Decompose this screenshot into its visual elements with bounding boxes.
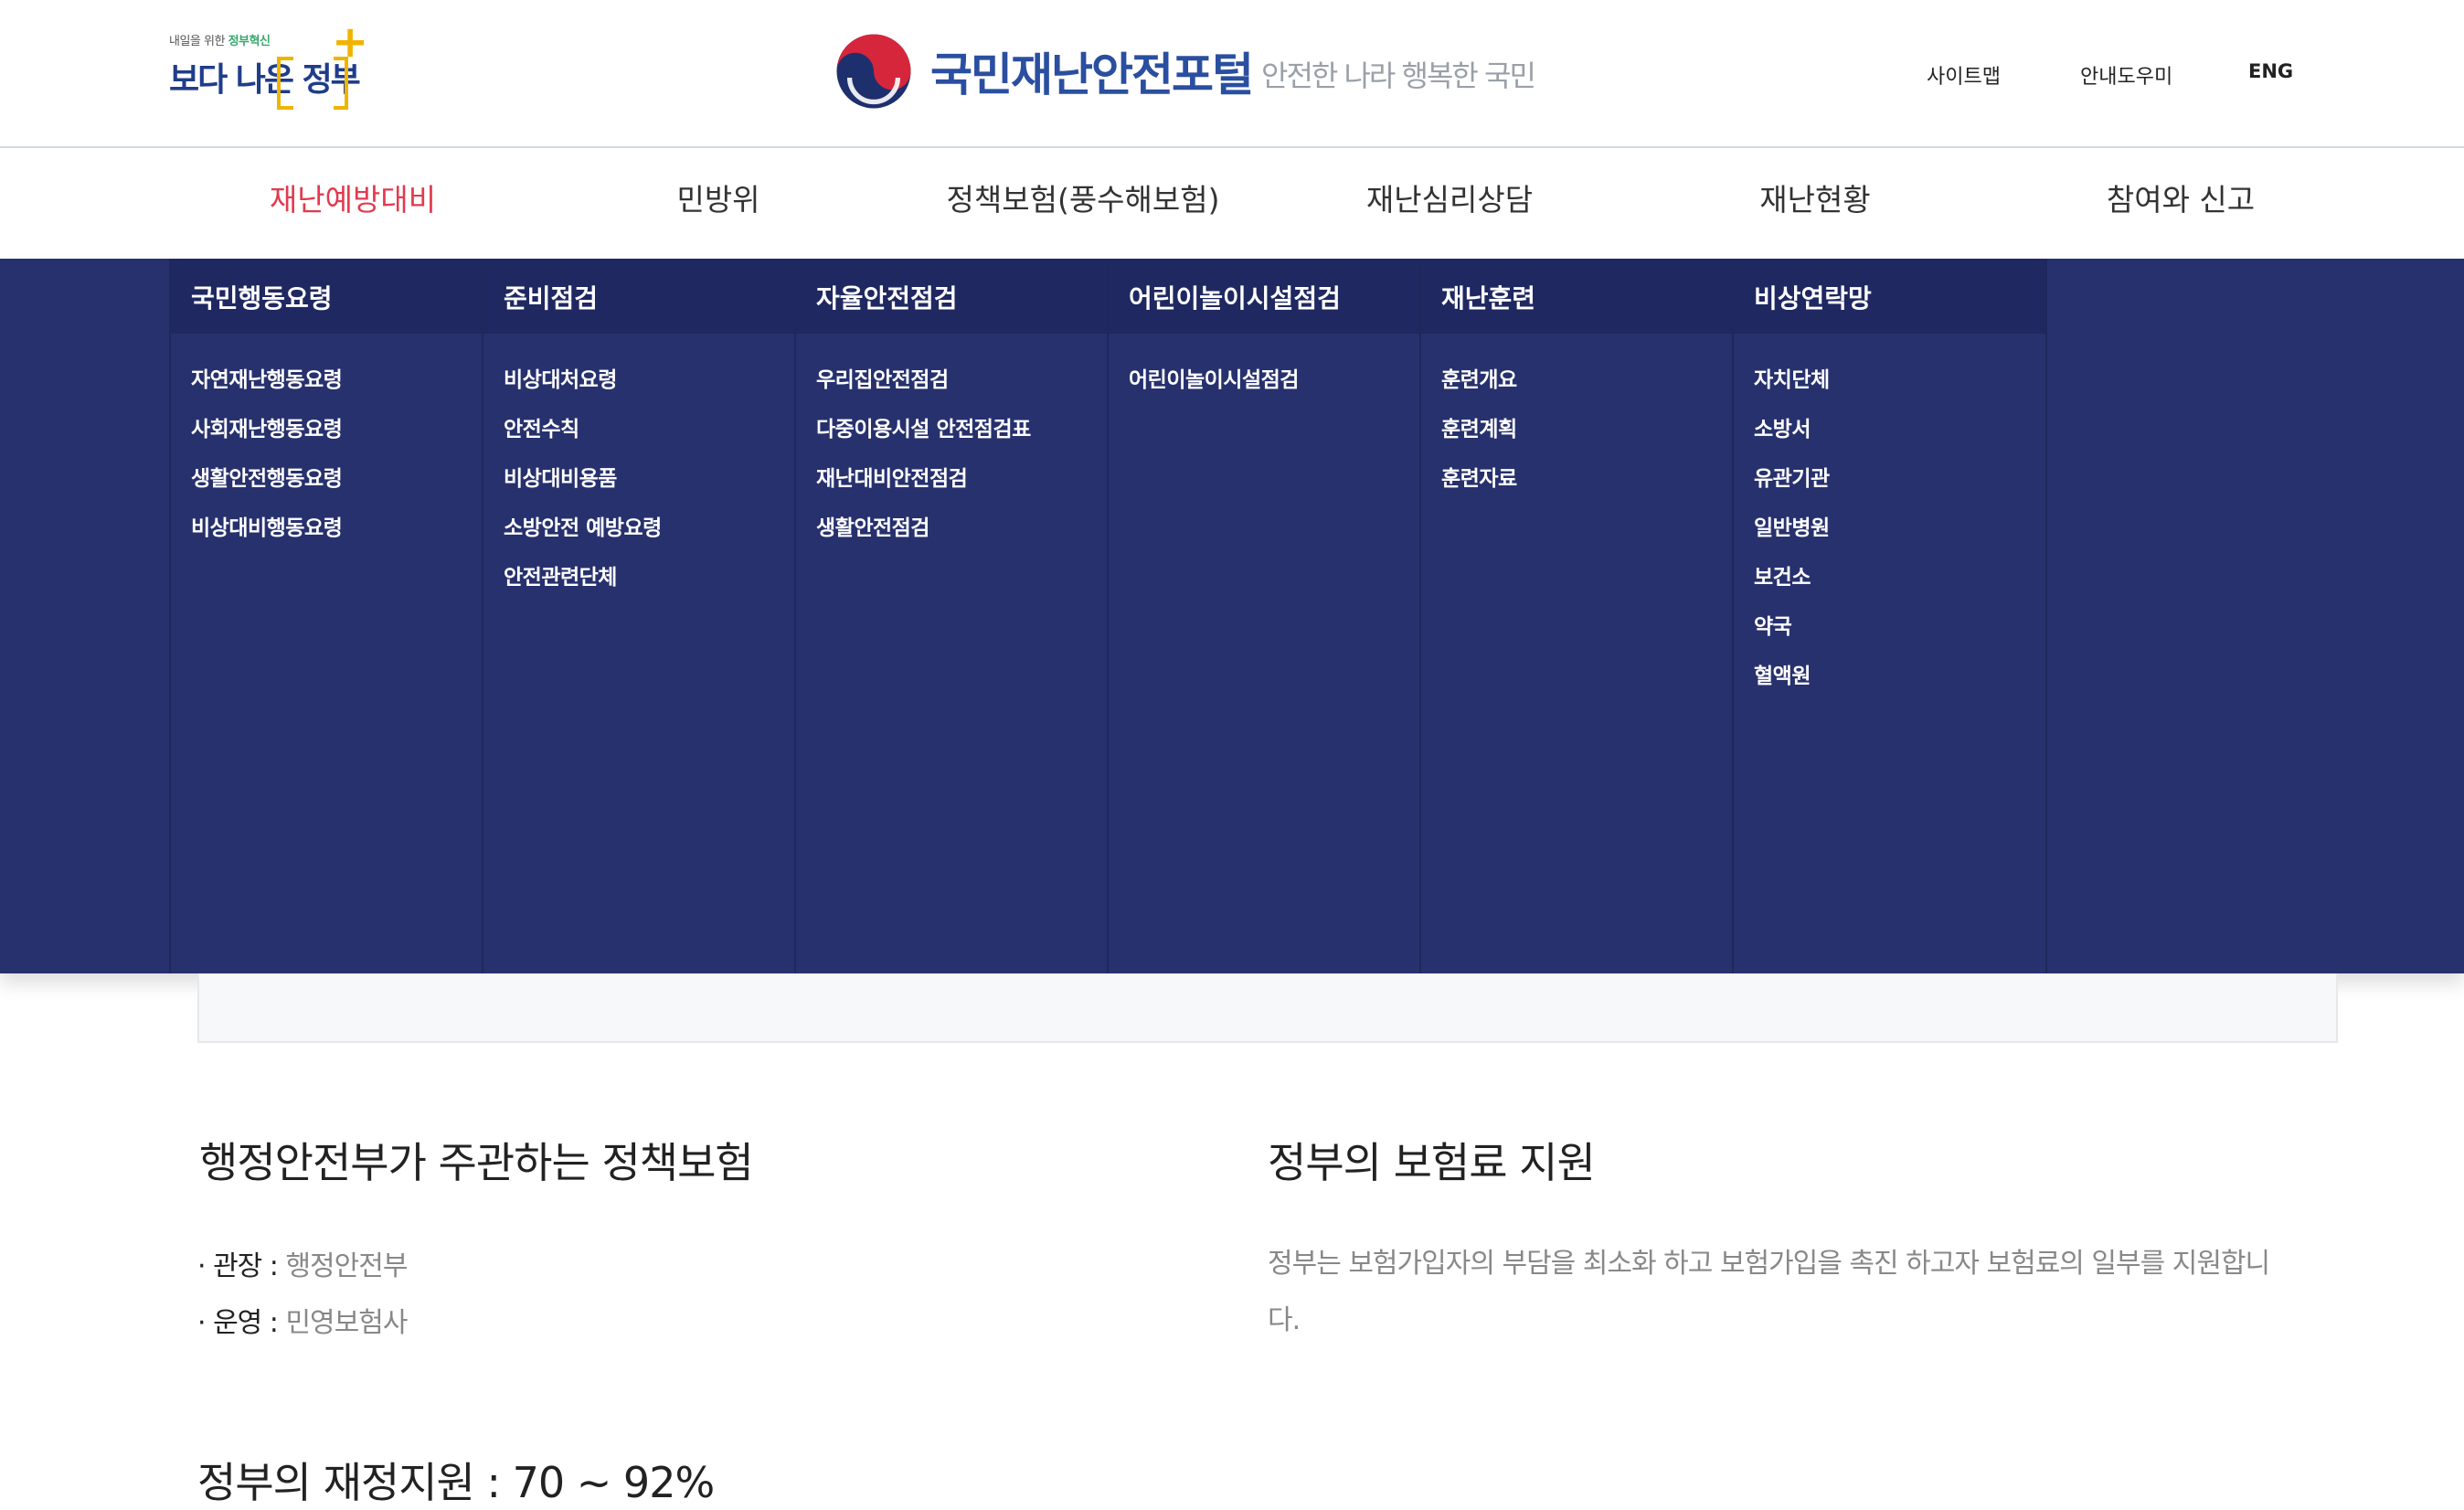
mega-col-action-guide: 국민행동요령 자연재난행동요령 사회재난행동요령 생활안전행동요령 비상대비행동… (169, 259, 483, 973)
mega-link[interactable]: 소방서 (1754, 410, 1830, 460)
mega-col-self-safety-check: 자율안전점검 우리집안전점검 다중이용시설 안전점검표 재난대비안전점검 생활안… (794, 259, 1108, 973)
mega-link[interactable]: 생활안전행동요령 (191, 460, 343, 509)
mega-link[interactable]: 비상대처요령 (504, 361, 662, 410)
global-nav: 재난예방대비 민방위 정책보험(풍수해보험) 재난심리상담 재난현황 참여와 신… (0, 148, 2464, 258)
mega-link[interactable]: 훈련개요 (1441, 361, 1517, 410)
info-key: · 운영 : (197, 1307, 286, 1339)
gnb-psych-counseling[interactable]: 재난심리상담 (1312, 148, 1587, 258)
portal-logo[interactable]: 국민재난안전포털 안전한 나라 행복한 국민 (830, 26, 1536, 113)
mega-link[interactable]: 훈련계획 (1441, 410, 1517, 460)
mega-link[interactable]: 자연재난행동요령 (191, 361, 343, 410)
mega-link-list: 자치단체 소방서 유관기관 일반병원 보건소 약국 혈액원 (1754, 361, 1830, 707)
info-line-supervisor: · 관장 : 행정안전부 (197, 1243, 408, 1283)
mega-link[interactable]: 유관기관 (1754, 460, 1830, 509)
mega-col-title[interactable]: 재난훈련 (1421, 259, 1733, 334)
mega-link[interactable]: 안전관련단체 (504, 558, 662, 608)
english-link[interactable]: ENG (2248, 60, 2293, 82)
plus-icon: + (332, 16, 369, 68)
mega-col-title[interactable]: 자율안전점검 (796, 259, 1108, 334)
mega-link[interactable]: 소방안전 예방요령 (504, 509, 662, 558)
gnb-disaster-status[interactable]: 재난현황 (1678, 148, 1952, 258)
mega-link[interactable]: 비상대비용품 (504, 460, 662, 509)
mega-link-list: 훈련개요 훈련계획 훈련자료 (1441, 361, 1517, 509)
mega-link-list: 우리집안전점검 다중이용시설 안전점검표 재난대비안전점검 생활안전점검 (816, 361, 1031, 558)
mega-col-disaster-training: 재난훈련 훈련개요 훈련계획 훈련자료 (1419, 259, 1733, 973)
gov-logo-main-text: 보다 나은 정부 (169, 61, 361, 99)
mega-col-title[interactable]: 비상연락망 (1734, 259, 2045, 334)
mega-col-title[interactable]: 국민행동요령 (171, 259, 483, 334)
info-key: · 관장 : (197, 1250, 286, 1282)
gnb-civil-defense[interactable]: 민방위 (581, 148, 855, 258)
gov-logo-bracket-left (277, 57, 293, 110)
mega-col-emergency-contacts: 비상연락망 자치단체 소방서 유관기관 일반병원 보건소 약국 혈액원 (1732, 259, 2047, 973)
mega-link[interactable]: 재난대비안전점검 (816, 460, 1031, 509)
mega-link[interactable]: 일반병원 (1754, 509, 1830, 558)
mega-col-title[interactable]: 어린이놀이시설점검 (1109, 259, 1420, 334)
mega-link-list: 자연재난행동요령 사회재난행동요령 생활안전행동요령 비상대비행동요령 (191, 361, 343, 558)
mega-link[interactable]: 우리집안전점검 (816, 361, 1031, 410)
mega-link-list: 어린이놀이시설점검 (1129, 361, 1299, 410)
mega-link[interactable]: 사회재난행동요령 (191, 410, 343, 460)
taegeuk-emblem-icon (836, 34, 911, 109)
gnb-policy-insurance[interactable]: 정책보험(풍수해보험) (914, 148, 1252, 258)
top-header: 내일을 위한 정부혁신 보다 나은 정부 + 국민재난안전포털 안전한 나라 행… (0, 0, 2464, 148)
sitemap-link[interactable]: 사이트맵 (1927, 60, 2001, 90)
mega-link[interactable]: 자치단체 (1754, 361, 1830, 410)
mega-link[interactable]: 훈련자료 (1441, 460, 1517, 509)
mega-col-title[interactable]: 준비점검 (483, 259, 795, 334)
mega-link[interactable]: 안전수칙 (504, 410, 662, 460)
info-line-operator: · 운영 : 민영보험사 (197, 1300, 408, 1340)
mega-link[interactable]: 어린이놀이시설점검 (1129, 361, 1299, 410)
mega-menu: 국민행동요령 자연재난행동요령 사회재난행동요령 생활안전행동요령 비상대비행동… (0, 259, 2464, 973)
mega-link[interactable]: 생활안전점검 (816, 509, 1031, 558)
mega-col-playground-check: 어린이놀이시설점검 어린이놀이시설점검 (1107, 259, 1420, 973)
gov-innovation-logo[interactable]: 내일을 위한 정부혁신 보다 나은 정부 + (169, 20, 368, 110)
content-banner-box (197, 973, 2338, 1043)
financial-support-heading: 정부의 재정지원 : 70 ~ 92% (197, 1458, 715, 1507)
mega-link[interactable]: 약국 (1754, 608, 1830, 657)
mega-link-list: 비상대처요령 안전수칙 비상대비용품 소방안전 예방요령 안전관련단체 (504, 361, 662, 608)
mega-link[interactable]: 혈액원 (1754, 657, 1830, 707)
mega-link[interactable]: 다중이용시설 안전점검표 (816, 410, 1031, 460)
portal-title: 국민재난안전포털 (930, 48, 1254, 101)
mega-link[interactable]: 보건소 (1754, 558, 1830, 608)
gov-logo-small-text: 내일을 위한 정부혁신 (169, 35, 271, 48)
portal-slogan: 안전한 나라 행복한 국민 (1261, 58, 1536, 93)
info-value: 민영보험사 (285, 1307, 408, 1339)
mega-col-preparation-check: 준비점검 비상대처요령 안전수칙 비상대비용품 소방안전 예방요령 안전관련단체 (482, 259, 795, 973)
gnb-disaster-prevention[interactable]: 재난예방대비 (216, 148, 490, 258)
gnb-participation-report[interactable]: 참여와 신고 (2044, 148, 2318, 258)
policy-insurance-heading: 행정안전부가 주관하는 정책보험 (199, 1138, 754, 1187)
premium-support-heading: 정부의 보험료 지원 (1268, 1138, 1596, 1187)
info-value: 행정안전부 (285, 1250, 408, 1282)
premium-support-description: 정부는 보험가입자의 부담을 최소화 하고 보험가입을 촉진 하고자 보험료의 … (1268, 1248, 2270, 1336)
guide-link[interactable]: 안내도우미 (2080, 60, 2172, 90)
mega-link[interactable]: 비상대비행동요령 (191, 509, 343, 558)
